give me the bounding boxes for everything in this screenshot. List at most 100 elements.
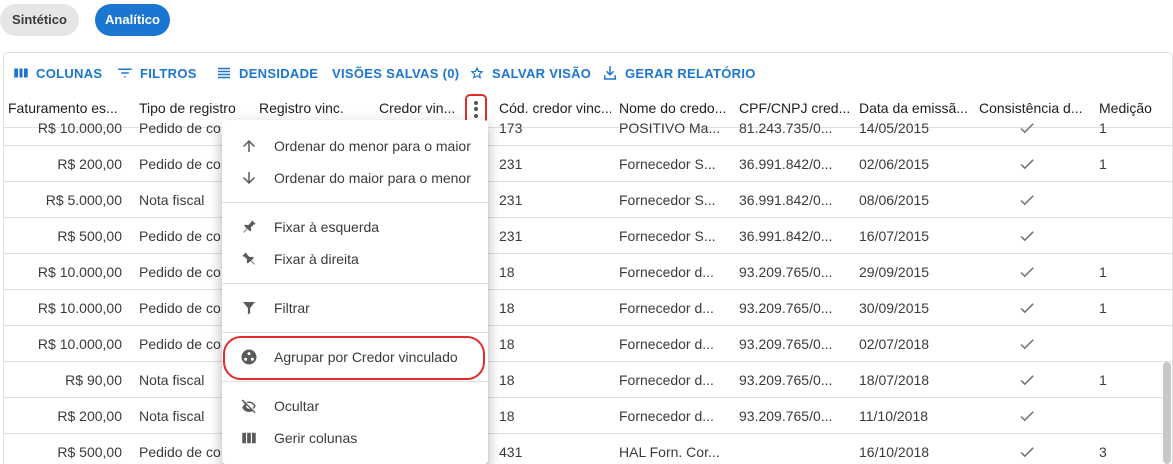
menu-divider [222, 381, 488, 382]
check-icon [1018, 335, 1036, 353]
save-view-button[interactable]: SALVAR VISÃO [468, 63, 591, 83]
cell-nome-credor: HAL Forn. Cor... [619, 444, 720, 460]
cell-faturamento: R$ 500,00 [57, 228, 122, 244]
view-tabs: Sintético Analítico [0, 0, 1173, 52]
view-column-icon [240, 429, 258, 447]
density-button[interactable]: DENSIDADE [215, 63, 318, 83]
cell-faturamento: R$ 200,00 [57, 408, 122, 424]
cell-cpf-cnpj: 81.243.735/0... [739, 120, 833, 136]
cell-nome-credor: Fornecedor d... [619, 264, 714, 280]
cell-cpf-cnpj: 93.209.765/0... [739, 300, 833, 316]
table-row[interactable]: R$ 10.000,00 Pedido de co 18 Fornecedor d..… [4, 290, 1172, 326]
cell-data-emissao: 02/06/2015 [859, 156, 930, 172]
table-row[interactable]: R$ 200,00 Nota fiscal 18 Fornecedor d... 93.… [4, 398, 1172, 434]
table-row[interactable]: R$ 10.000,00 Pedido de co 18 Fornecedor d..… [4, 326, 1172, 362]
cell-data-emissao: 02/07/2018 [859, 336, 930, 352]
table-row[interactable]: R$ 10.000,00 Pedido de co 173 POSITIVO Ma..… [4, 110, 1172, 146]
cell-faturamento: R$ 10.000,00 [37, 264, 122, 280]
pin-icon [240, 250, 258, 268]
cell-data-emissao: 18/07/2018 [859, 372, 930, 388]
view-column-icon [14, 68, 28, 78]
arrow-down-icon [240, 169, 258, 187]
menu-item-label: Filtrar [274, 300, 310, 316]
cell-nome-credor: Fornecedor S... [619, 156, 716, 172]
menu-item-sort-asc[interactable]: Ordenar do menor para o maior [222, 130, 488, 162]
tab-sintetico[interactable]: Sintético [0, 4, 79, 36]
cell-faturamento: R$ 10.000,00 [37, 300, 122, 316]
cell-cpf-cnpj: 36.991.842/0... [739, 156, 833, 172]
columns-button[interactable]: COLUNAS [12, 63, 102, 83]
cell-medicao: 1 [1099, 300, 1107, 316]
cell-cod-credor: 231 [499, 228, 523, 244]
table-row[interactable]: R$ 200,00 Pedido de co 231 Fornecedor S... 3… [4, 146, 1172, 182]
menu-item-hide[interactable]: Ocultar [222, 390, 488, 422]
menu-item-label: Ocultar [274, 398, 320, 414]
generate-report-button-label: GERAR RELATÓRIO [625, 65, 756, 81]
menu-item-pin-right[interactable]: Fixar à direita [222, 243, 488, 275]
cell-data-emissao: 30/09/2015 [859, 300, 930, 316]
check-icon [1018, 299, 1036, 317]
cell-nome-credor: Fornecedor d... [619, 336, 714, 352]
check-icon [1018, 371, 1036, 389]
cell-cod-credor: 18 [499, 264, 515, 280]
cell-nome-credor: Fornecedor d... [619, 408, 714, 424]
cell-cod-credor: 231 [499, 192, 523, 208]
column-menu: Ordenar do menor para o maior Ordenar do… [222, 120, 488, 464]
cell-medicao [1099, 182, 1159, 218]
menu-item-pin-left[interactable]: Fixar à esquerda [222, 211, 488, 243]
check-icon [1018, 443, 1036, 461]
table-row[interactable]: R$ 10.000,00 Pedido de co 18 Fornecedor d..… [4, 254, 1172, 290]
menu-item-label: Ordenar do maior para o menor [274, 170, 471, 186]
cell-nome-credor: POSITIVO Ma... [619, 120, 721, 136]
menu-item-label: Fixar à direita [274, 251, 359, 267]
filter-list-icon [118, 68, 132, 78]
menu-item-label: Fixar à esquerda [274, 219, 380, 235]
check-icon [1018, 155, 1036, 173]
cell-nome-credor: Fornecedor S... [619, 192, 716, 208]
table-row[interactable]: R$ 5.000,00 Nota fiscal 231 Fornecedor S...… [4, 182, 1172, 218]
menu-item-sort-desc[interactable]: Ordenar do maior para o menor [222, 162, 488, 194]
check-icon [1018, 119, 1036, 137]
cell-cod-credor: 431 [499, 444, 523, 460]
cell-medicao: 1 [1099, 372, 1107, 388]
filters-button[interactable]: FILTROS [116, 63, 197, 83]
cell-cpf-cnpj: 36.991.842/0... [739, 228, 833, 244]
pin-icon [240, 218, 258, 236]
cell-medicao: 3 [1099, 444, 1107, 460]
star-outline-icon [470, 66, 484, 79]
cell-data-emissao: 11/10/2018 [859, 408, 929, 424]
save-view-button-label: SALVAR VISÃO [492, 65, 592, 81]
cell-cpf-cnpj: 93.209.765/0... [739, 372, 833, 388]
generate-report-button[interactable]: GERAR RELATÓRIO [601, 63, 756, 83]
cell-cod-credor: 173 [499, 120, 523, 136]
cell-medicao: 1 [1099, 156, 1107, 172]
menu-divider [222, 332, 488, 333]
cell-medicao [1099, 326, 1159, 362]
check-icon [1018, 227, 1036, 245]
cell-faturamento: R$ 5.000,00 [45, 192, 122, 208]
cell-cpf-cnpj [739, 434, 851, 464]
arrow-up-icon [240, 137, 258, 155]
visibility-off-icon [240, 397, 258, 415]
cell-data-emissao: 14/05/2015 [859, 120, 930, 136]
check-icon [1018, 263, 1036, 281]
check-icon [1018, 407, 1036, 425]
tab-analitico[interactable]: Analítico [95, 4, 170, 36]
saved-views-button-label: VISÕES SALVAS (0) [332, 65, 460, 81]
menu-item-manage-columns[interactable]: Gerir colunas [222, 422, 488, 454]
saved-views-button[interactable]: VISÕES SALVAS (0) [332, 63, 459, 83]
columns-button-label: COLUNAS [36, 65, 103, 81]
group-by-highlight-annotation [223, 336, 485, 380]
table-row[interactable]: R$ 500,00 Pedido de co 231 Fornecedor S... 3… [4, 218, 1172, 254]
cell-faturamento: R$ 90,00 [65, 372, 122, 388]
cell-medicao [1099, 398, 1159, 434]
table-row[interactable]: R$ 500,00 Pedido de co 431 HAL Forn. Cor...… [4, 434, 1172, 464]
vertical-scrollbar[interactable] [1163, 362, 1171, 464]
cell-cod-credor: 18 [499, 300, 515, 316]
menu-divider [222, 202, 488, 203]
filters-button-label: FILTROS [140, 65, 197, 81]
menu-item-filter[interactable]: Filtrar [222, 292, 488, 324]
cell-faturamento: R$ 10.000,00 [37, 336, 122, 352]
cell-nome-credor: Fornecedor d... [619, 300, 714, 316]
table-row[interactable]: R$ 90,00 Nota fiscal 18 Fornecedor d... 93.2… [4, 362, 1172, 398]
